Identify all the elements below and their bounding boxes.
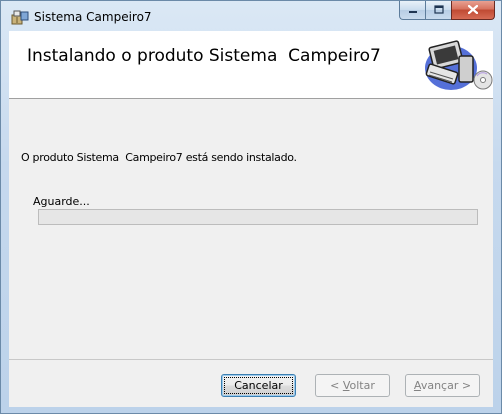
back-button-prefix: < [330,379,343,392]
computer-with-cd-icon [413,36,493,94]
back-button-accelerator: V [342,379,350,392]
cancel-button-label: Cancelar [224,377,293,394]
installer-package-icon [11,9,29,25]
close-icon [467,3,479,17]
header-banner: Instalando o produto Sistema Campeiro7 [9,31,493,99]
minimize-button[interactable] [399,1,425,20]
minimize-icon [408,4,418,17]
back-button[interactable]: < Voltar [315,374,390,397]
wait-label: Aguarde... [33,195,90,208]
maximize-icon [433,4,444,17]
status-message: O produto Sistema Campeiro7 está sendo i… [21,151,297,164]
next-button[interactable]: Avançar > [405,374,480,397]
maximize-button[interactable] [425,1,451,20]
next-button-accelerator: A [413,379,421,392]
next-button-label: Avançar > [414,379,471,392]
banner-title: Instalando o produto Sistema Campeiro7 [27,46,381,66]
next-button-suffix: > [458,379,472,392]
progress-bar [38,209,478,225]
installer-window: Sistema Campeiro7 Instalando o produto S… [0,0,502,414]
caption-buttons [399,1,495,21]
close-button[interactable] [451,1,495,20]
back-button-text: oltar [349,379,375,392]
cancel-button[interactable]: Cancelar [221,374,296,397]
dialog-client-area: Instalando o produto Sistema Campeiro7 O… [9,31,493,407]
back-button-label: < Voltar [330,379,375,392]
window-title: Sistema Campeiro7 [34,10,152,24]
button-footer: Cancelar < Voltar Avançar > [9,359,493,408]
next-button-text: vançar [420,379,459,392]
title-bar[interactable]: Sistema Campeiro7 [1,1,501,31]
